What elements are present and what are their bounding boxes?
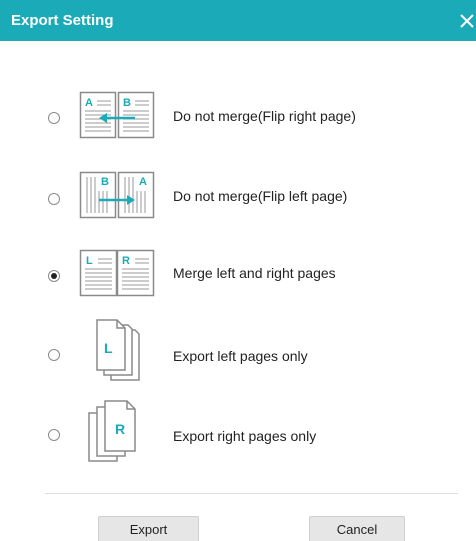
divider	[45, 493, 458, 494]
option-label-merge-pages: Merge left and right pages	[173, 265, 336, 281]
svg-text:R: R	[115, 421, 125, 437]
svg-text:B: B	[123, 97, 131, 109]
option-label-flip-right-page: Do not merge(Flip right page)	[173, 108, 356, 124]
svg-text:B: B	[101, 176, 109, 188]
radio-flip-left-page[interactable]	[48, 193, 60, 205]
svg-text:L: L	[86, 255, 93, 267]
svg-text:A: A	[139, 176, 147, 188]
option-label-flip-left-page: Do not merge(Flip left page)	[173, 188, 348, 204]
radio-merge-pages[interactable]	[48, 270, 60, 282]
close-icon[interactable]	[456, 12, 476, 30]
option-label-right-pages-only: Export right pages only	[173, 428, 317, 444]
radio-right-pages-only[interactable]	[48, 429, 60, 441]
right-pages-icon: R	[79, 399, 155, 470]
option-flip-right-page[interactable]: A B Do not merge(Flip right page)	[0, 89, 476, 149]
flip-left-page-icon: B A	[79, 171, 155, 224]
export-button[interactable]: Export	[98, 516, 199, 541]
export-setting-dialog: Export Setting A B Do not merge(Flip rig…	[0, 0, 476, 541]
dialog-title: Export Setting	[11, 12, 114, 29]
svg-text:A: A	[85, 97, 93, 109]
option-flip-left-page[interactable]: B A Do not merge(Flip left page)	[0, 167, 476, 227]
radio-flip-right-page[interactable]	[48, 112, 60, 124]
merge-pages-icon: L R	[79, 249, 155, 302]
flip-right-page-icon: A B	[79, 91, 155, 144]
svg-text:L: L	[104, 340, 113, 356]
left-pages-icon: L	[79, 318, 155, 389]
svg-text:R: R	[122, 255, 130, 267]
title-bar: Export Setting	[0, 0, 476, 41]
option-left-pages-only[interactable]: L Export left pages only	[0, 318, 476, 381]
option-merge-pages[interactable]: L R Merge left and right pages	[0, 245, 476, 305]
option-right-pages-only[interactable]: R Export right pages only	[0, 399, 476, 462]
radio-left-pages-only[interactable]	[48, 349, 60, 361]
cancel-button[interactable]: Cancel	[309, 516, 405, 541]
option-label-left-pages-only: Export left pages only	[173, 348, 308, 364]
